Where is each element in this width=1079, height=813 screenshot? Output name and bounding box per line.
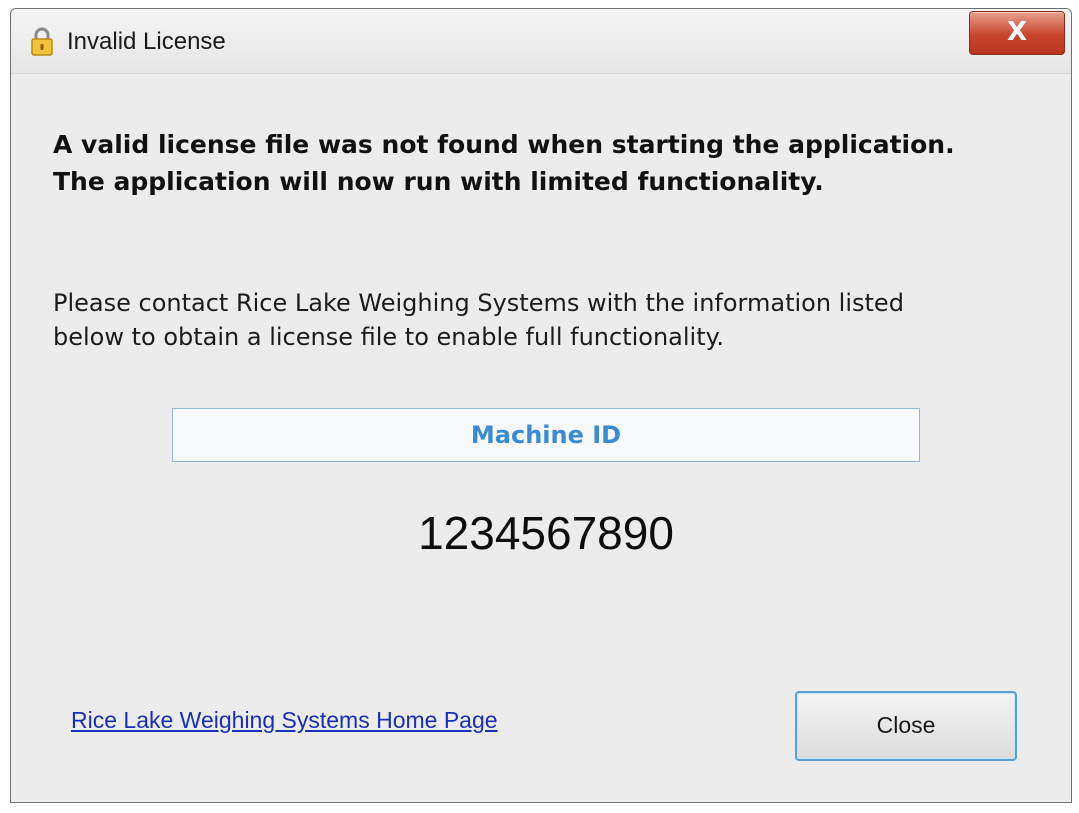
machine-id-value: 1234567890	[418, 507, 674, 559]
lock-icon	[31, 27, 53, 56]
error-message-line-1: A valid license file was not found when …	[53, 130, 955, 159]
dialog-body: A valid license file was not found when …	[11, 74, 1071, 802]
machine-id-label: Machine ID	[172, 408, 920, 462]
window-title: Invalid License	[67, 28, 226, 55]
title-bar[interactable]: Invalid License X	[11, 9, 1071, 74]
home-page-link[interactable]: Rice Lake Weighing Systems Home Page	[71, 707, 498, 734]
contact-instructions-line-2: below to obtain a license file to enable…	[53, 323, 725, 351]
error-message: A valid license file was not found when …	[53, 126, 1013, 200]
contact-instructions-line-1: Please contact Rice Lake Weighing System…	[53, 289, 904, 317]
error-message-line-2: The application will now run with limite…	[53, 167, 824, 196]
close-button[interactable]: Close	[795, 691, 1017, 761]
invalid-license-dialog: Invalid License X A valid license file w…	[10, 8, 1072, 803]
contact-instructions: Please contact Rice Lake Weighing System…	[53, 286, 1013, 354]
window-close-button[interactable]: X	[969, 11, 1065, 55]
